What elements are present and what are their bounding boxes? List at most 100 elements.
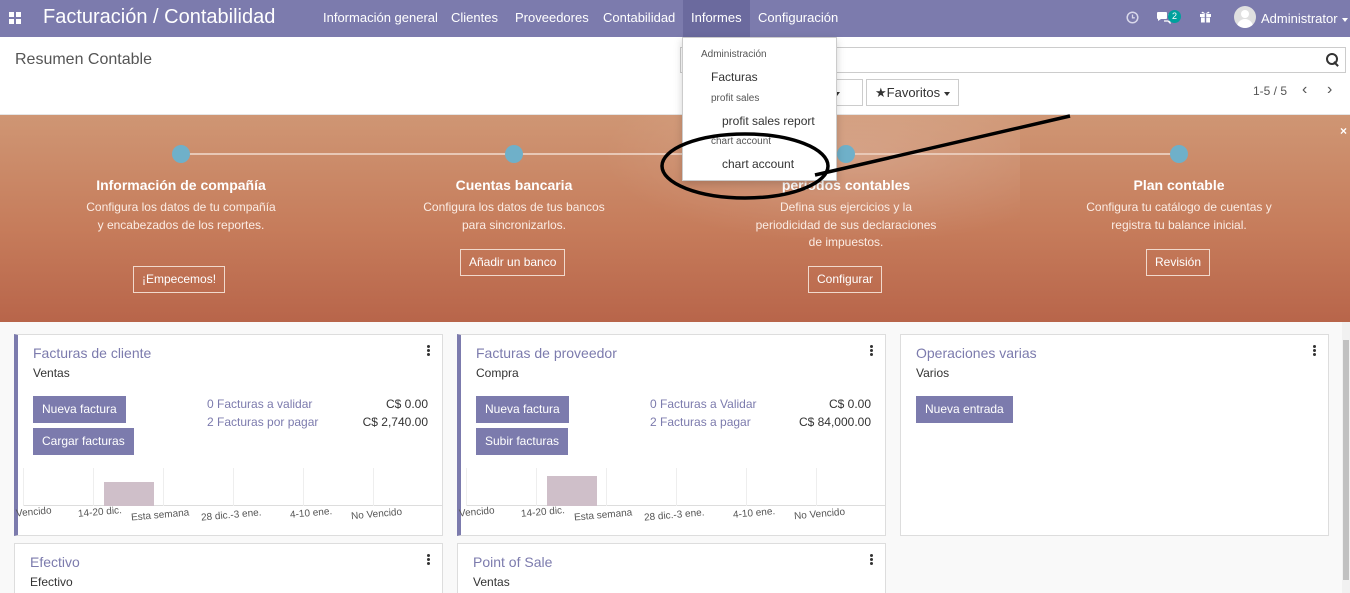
stat-value: C$ 84,000.00 xyxy=(798,415,871,429)
step-title: Cuentas bancaria xyxy=(455,177,573,193)
top-navbar: Facturación / Contabilidad Información g… xyxy=(0,0,1350,37)
chevron-down-icon xyxy=(944,91,951,96)
card-subtitle: Varios xyxy=(916,366,950,380)
dropdown-header: chart account xyxy=(711,136,772,147)
kebab-menu-icon[interactable] xyxy=(870,345,873,356)
star-icon: ★ xyxy=(875,85,887,100)
configure-button[interactable]: Configurar xyxy=(808,266,883,293)
graph-label: 28 dic.-3 ene. xyxy=(200,507,262,524)
control-panel: Resumen Contable or ★Favoritos 1-5 / 5 ‹… xyxy=(0,37,1350,115)
pager-value: 1-5 / 5 xyxy=(1253,84,1288,98)
customer-invoices-card: Facturas de cliente Ventas Nueva factura… xyxy=(14,334,443,536)
chevron-right-icon[interactable]: › xyxy=(1327,81,1332,99)
card-title[interactable]: Point of Sale xyxy=(473,554,552,570)
card-subtitle: Compra xyxy=(476,366,519,380)
graph-label: Esta semana xyxy=(573,507,633,524)
dropdown-header: Administración xyxy=(701,49,767,60)
menu-proveedores[interactable]: Proveedores xyxy=(507,0,597,37)
graph-label: 28 dic.-3 ene. xyxy=(643,507,705,524)
page-title: Resumen Contable xyxy=(15,51,152,68)
menu-configuracion[interactable]: Configuración xyxy=(750,0,846,37)
review-button[interactable]: Revisión xyxy=(1146,249,1211,276)
add-bank-button[interactable]: Añadir un banco xyxy=(460,249,566,276)
new-entry-button[interactable]: Nueva entrada xyxy=(916,396,1013,423)
app-title: Facturación / Contabilidad xyxy=(43,6,276,28)
new-bill-button[interactable]: Nueva factura xyxy=(476,396,569,423)
kebab-menu-icon[interactable] xyxy=(427,345,430,356)
step-dot xyxy=(837,145,855,163)
menu-item-profit-sales-report[interactable]: profit sales report xyxy=(722,114,815,128)
chevron-left-icon[interactable]: ‹ xyxy=(1302,81,1307,99)
card-title[interactable]: Efectivo xyxy=(30,554,80,570)
get-started-button[interactable]: ¡Empecemos! xyxy=(133,266,226,293)
invoice-graph xyxy=(23,468,443,506)
user-menu[interactable]: Administrator xyxy=(1261,11,1348,26)
graph-label: Vencido xyxy=(458,505,496,520)
step-dot xyxy=(1170,145,1188,163)
misc-operations-card: Operaciones varias Varios Nueva entrada xyxy=(900,334,1329,536)
gift-icon[interactable] xyxy=(1199,10,1212,23)
graph-bar xyxy=(547,476,597,506)
message-count-badge: 2 xyxy=(1168,10,1181,23)
clock-icon[interactable] xyxy=(1126,11,1139,24)
card-title[interactable]: Operaciones varias xyxy=(916,345,1037,361)
stat-link[interactable]: 0 Facturas a Validar xyxy=(650,397,757,411)
bills-graph xyxy=(466,468,886,506)
stat-link[interactable]: 2 Facturas por pagar xyxy=(207,415,318,429)
search-icon[interactable] xyxy=(1326,53,1339,66)
graph-label: No Vencido xyxy=(350,506,403,523)
stat-value: C$ 2,740.00 xyxy=(362,415,428,429)
graph-label: 14-20 dic. xyxy=(77,505,123,520)
close-icon[interactable]: × xyxy=(1340,124,1347,138)
step-description: Defina sus ejercicios y la periodicidad … xyxy=(755,200,937,249)
onboarding-banner: × Información de compañía Configura los … xyxy=(0,115,1350,322)
step-description: Configura tu catálogo de cuentas y regis… xyxy=(1086,200,1272,232)
stat-link[interactable]: 0 Facturas a validar xyxy=(207,397,312,411)
stat-value: C$ 0.00 xyxy=(385,397,428,411)
kebab-menu-icon[interactable] xyxy=(427,554,430,565)
card-title[interactable]: Facturas de cliente xyxy=(33,345,151,361)
graph-label: 4-10 ene. xyxy=(732,506,776,521)
chevron-down-icon xyxy=(1341,17,1348,22)
stat-link[interactable]: 2 Facturas a pagar xyxy=(650,415,751,429)
scrollbar-thumb[interactable] xyxy=(1343,340,1349,580)
dropdown-header: profit sales xyxy=(711,93,760,104)
menu-item-chart-account[interactable]: chart account xyxy=(722,157,794,171)
user-name: Administrator xyxy=(1261,11,1338,26)
card-title[interactable]: Facturas de proveedor xyxy=(476,345,617,361)
favorites-label: Favoritos xyxy=(886,85,941,100)
upload-bills-button[interactable]: Subir facturas xyxy=(476,428,569,455)
kebab-menu-icon[interactable] xyxy=(870,554,873,565)
menu-informes[interactable]: Informes xyxy=(683,0,750,37)
step-dot xyxy=(505,145,523,163)
graph-label: Esta semana xyxy=(130,507,190,524)
vendor-bills-card: Facturas de proveedor Compra Nueva factu… xyxy=(457,334,886,536)
cash-card: Efectivo Efectivo xyxy=(14,543,443,593)
graph-label: 4-10 ene. xyxy=(289,506,333,521)
graph-label: No Vencido xyxy=(793,506,846,523)
progress-line xyxy=(180,153,1180,155)
step-description: Configura los datos de tu compañía y enc… xyxy=(86,200,276,232)
informes-dropdown: Administración Facturas profit sales pro… xyxy=(682,37,837,181)
menu-clientes[interactable]: Clientes xyxy=(443,0,506,37)
graph-label: Vencido xyxy=(15,505,53,520)
stat-value: C$ 0.00 xyxy=(828,397,871,411)
new-invoice-button[interactable]: Nueva factura xyxy=(33,396,126,423)
menu-contabilidad[interactable]: Contabilidad xyxy=(595,0,683,37)
step-description: Configura los datos de tus bancos para s… xyxy=(423,200,605,232)
menu-item-facturas[interactable]: Facturas xyxy=(711,70,758,84)
load-invoices-button[interactable]: Cargar facturas xyxy=(33,428,134,455)
graph-bar xyxy=(104,482,154,506)
user-avatar[interactable] xyxy=(1234,6,1256,28)
step-title: Información de compañía xyxy=(96,177,266,193)
apps-grid-icon[interactable] xyxy=(9,12,21,24)
card-subtitle: Ventas xyxy=(33,366,70,380)
card-subtitle: Ventas xyxy=(473,575,510,589)
step-dot xyxy=(172,145,190,163)
step-title: Plan contable xyxy=(1133,177,1225,193)
card-subtitle: Efectivo xyxy=(30,575,73,589)
kebab-menu-icon[interactable] xyxy=(1313,345,1316,356)
favorites-button[interactable]: ★Favoritos xyxy=(866,79,960,106)
point-of-sale-card: Point of Sale Ventas xyxy=(457,543,886,593)
menu-informacion-general[interactable]: Información general xyxy=(315,0,446,37)
